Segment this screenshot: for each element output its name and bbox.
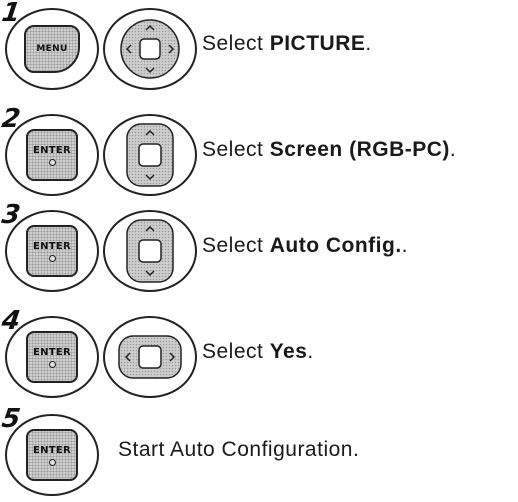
enter-key-label: ENTER xyxy=(32,240,72,252)
dpad-up-down-icon[interactable] xyxy=(125,218,175,284)
enter-key-label: ENTER xyxy=(32,346,72,358)
enter-key[interactable]: ENTER xyxy=(26,225,78,277)
step-5: 5 ENTER Start Auto Configuration. xyxy=(0,404,518,498)
enter-key-label: ENTER xyxy=(32,444,72,456)
instruction-suffix: . xyxy=(307,340,314,363)
step-1: 1 MENU Select PICTURE. xyxy=(0,0,518,92)
dpad-all-directions-icon[interactable] xyxy=(119,18,181,80)
menu-button-circle: MENU xyxy=(5,8,99,90)
instruction-bold: Auto Config. xyxy=(269,234,402,257)
instruction-bold: Yes xyxy=(269,340,308,363)
step-3: 3 ENTER Select Auto Config.. xyxy=(0,200,518,294)
enter-dot-icon xyxy=(48,458,56,466)
enter-button-circle: ENTER xyxy=(5,414,99,496)
enter-dot-icon xyxy=(48,360,56,368)
dpad-up-down-icon[interactable] xyxy=(125,122,175,188)
enter-dot-icon xyxy=(48,254,56,262)
enter-key-label: ENTER xyxy=(32,144,72,156)
enter-button-circle: ENTER xyxy=(5,114,99,196)
navigation-button-circle xyxy=(103,8,197,90)
dpad-left-right-icon[interactable] xyxy=(117,334,183,380)
instruction-prefix: Select xyxy=(202,234,270,257)
step-instruction: Select PICTURE. xyxy=(202,32,372,56)
menu-key-label: MENU xyxy=(36,43,68,54)
instruction-prefix: Select xyxy=(202,138,270,161)
enter-dot-icon xyxy=(48,158,56,166)
instruction-bold: Screen (RGB-PC) xyxy=(269,138,450,161)
step-instruction: Select Screen (RGB-PC). xyxy=(202,138,456,162)
enter-button-circle: ENTER xyxy=(5,316,99,398)
instruction-prefix: Select xyxy=(202,32,270,55)
enter-key[interactable]: ENTER xyxy=(26,331,78,383)
instruction-suffix: . xyxy=(401,234,409,257)
navigation-button-circle xyxy=(103,114,197,196)
enter-key[interactable]: ENTER xyxy=(26,429,78,481)
step-instruction: Select Yes. xyxy=(202,340,314,364)
step-4: 4 ENTER Select Yes. xyxy=(0,306,518,400)
instruction-suffix: . xyxy=(449,138,457,161)
navigation-button-circle xyxy=(103,210,197,292)
step-instruction: Start Auto Configuration. xyxy=(118,438,360,461)
enter-button-circle: ENTER xyxy=(5,210,99,292)
enter-key[interactable]: ENTER xyxy=(26,129,78,181)
menu-key[interactable]: MENU xyxy=(24,25,80,73)
step-instruction: Select Auto Config.. xyxy=(202,234,408,258)
instruction-prefix: Select xyxy=(202,340,270,363)
instruction-bold: PICTURE xyxy=(269,32,366,55)
step-2: 2 ENTER Select Screen (RGB-PC). xyxy=(0,104,518,198)
navigation-button-circle xyxy=(103,316,197,398)
instruction-suffix: . xyxy=(365,32,372,55)
